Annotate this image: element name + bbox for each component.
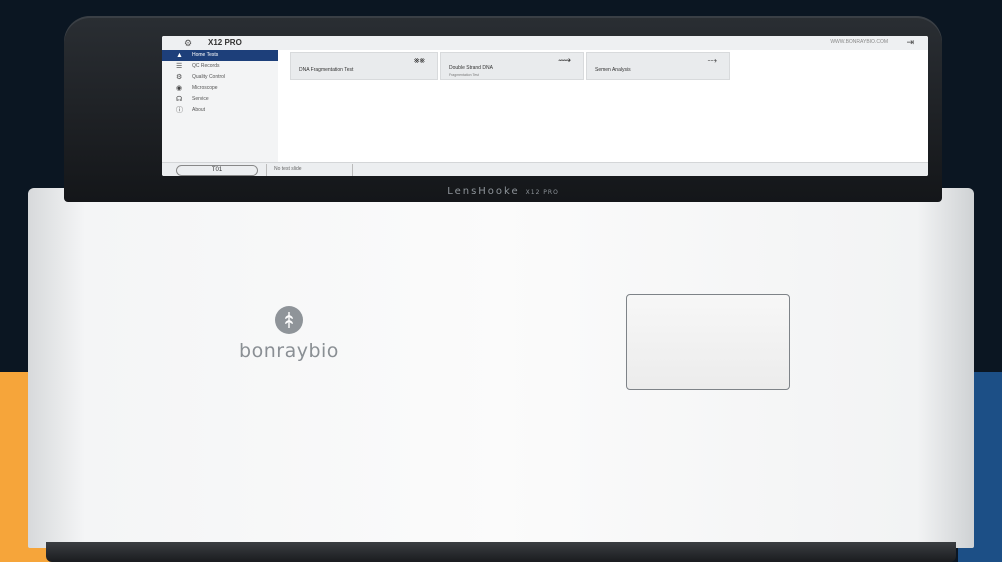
website-text: WWW.BONRAYBIO.COM (830, 39, 888, 45)
nav-item-about[interactable]: ⓘ About (162, 105, 278, 116)
touchscreen: ⚙ X12 PRO WWW.BONRAYBIO.COM ⇥ ▲ Home Tes… (162, 36, 928, 176)
nav-item-service[interactable]: ☊ Service (162, 94, 278, 105)
nav-item-qc-records[interactable]: ☰ QC Records (162, 61, 278, 72)
screen-sidebar: ▲ Home Tests ☰ QC Records ⚙ Quality Cont… (162, 50, 278, 162)
nav-item-microscope[interactable]: ◉ Microscope (162, 83, 278, 94)
logout-icon[interactable]: ⇥ (906, 37, 914, 48)
nav-label: Home Tests (192, 52, 219, 58)
nav-label: Service (192, 96, 209, 102)
device-body: bonraybio (28, 188, 974, 548)
nav-label: About (192, 107, 206, 113)
tile-double-strand-dna[interactable]: ⟿ Double Strand DNA Fragmentation Test (440, 52, 584, 80)
tile-semen-analysis[interactable]: ⤏ Semen Analysis (586, 52, 730, 80)
tile-dna-fragmentation[interactable]: ⨳⨳ DNA Fragmentation Test (290, 52, 438, 80)
semen-analyzer-device: bonraybio ⚙ X12 PRO WWW.BONRAYBIO.COM ⇥ … (28, 12, 974, 562)
tile-sublabel: Fragmentation Test (449, 73, 479, 77)
microscope-icon: ◉ (176, 85, 183, 92)
dna-icon: ⨳⨳ (413, 55, 425, 65)
tile-label: Semen Analysis (595, 67, 631, 73)
device-base (46, 542, 956, 562)
device-model: X12 PRO (525, 189, 559, 196)
sperm-icon: ⤏ (707, 55, 717, 65)
divider (352, 164, 353, 176)
home-icon: ▲ (176, 52, 183, 59)
nav-item-quality-control[interactable]: ⚙ Quality Control (162, 72, 278, 83)
wheat-logo-icon (275, 306, 303, 334)
screen-header: ⚙ X12 PRO WWW.BONRAYBIO.COM ⇥ (162, 36, 928, 50)
double-dna-icon: ⟿ (558, 55, 571, 65)
records-icon: ☰ (176, 63, 183, 70)
tile-label: DNA Fragmentation Test (299, 67, 354, 73)
status-message: No test slide (274, 166, 302, 172)
slide-id-pill[interactable]: T01 (176, 165, 258, 176)
device-name: LensHooke (447, 186, 520, 197)
brand-logo: bonraybio (224, 306, 354, 362)
nav-label: QC Records (192, 63, 220, 69)
divider (266, 164, 267, 176)
nav-label: Quality Control (192, 74, 226, 80)
service-icon: ☊ (176, 96, 183, 103)
screen-status-bar: T01 No test slide (162, 162, 928, 176)
touchscreen-bezel: ⚙ X12 PRO WWW.BONRAYBIO.COM ⇥ ▲ Home Tes… (64, 16, 942, 202)
brand-name: bonraybio (239, 340, 339, 362)
settings-icon[interactable]: ⚙ (184, 38, 192, 49)
device-wordmark: LensHooke X12 PRO (64, 186, 942, 197)
quality-icon: ⚙ (176, 74, 183, 81)
nav-label: Microscope (192, 85, 218, 91)
slide-reader-window (626, 294, 790, 390)
nav-item-home-tests[interactable]: ▲ Home Tests (162, 50, 278, 61)
about-icon: ⓘ (176, 107, 183, 114)
tile-label: Double Strand DNA (449, 65, 493, 71)
app-title: X12 PRO (208, 38, 242, 47)
